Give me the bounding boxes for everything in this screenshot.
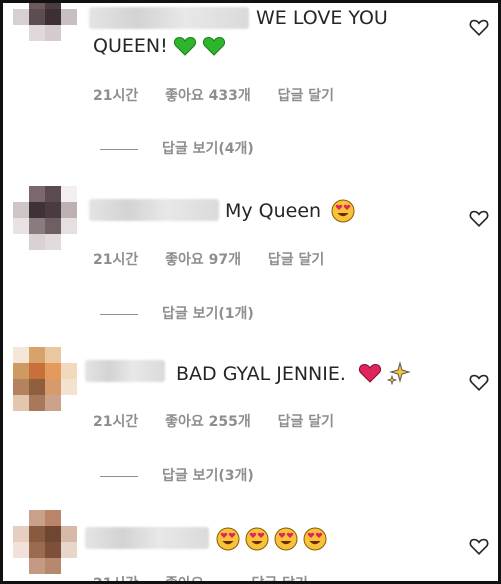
heart-eyes-icon xyxy=(245,527,269,551)
reply-link[interactable]: 답글 달기 xyxy=(278,414,334,430)
avatar[interactable] xyxy=(13,347,77,411)
divider-line xyxy=(100,475,138,477)
comment-meta: 21시간 좋아요 ... 답글 달기 xyxy=(93,573,330,581)
comment-time[interactable]: 21시간 xyxy=(93,88,138,104)
like-count[interactable]: 좋아요 ... xyxy=(165,576,224,581)
view-replies[interactable]: 답글 보기(1개) xyxy=(100,303,254,323)
like-count[interactable]: 좋아요 97개 xyxy=(165,252,241,268)
username-blurred[interactable] xyxy=(89,199,219,221)
reply-link[interactable]: 답글 달기 xyxy=(251,576,307,581)
avatar[interactable] xyxy=(13,510,77,574)
divider-line xyxy=(100,313,138,315)
view-replies-label: 답글 보기(1개) xyxy=(162,306,254,322)
like-heart-icon[interactable] xyxy=(468,16,490,38)
comment-meta: 21시간 좋아요 97개 답글 달기 xyxy=(93,249,346,269)
view-replies[interactable]: 답글 보기(3개) xyxy=(100,465,254,485)
heart-eyes-icon xyxy=(274,527,298,551)
view-replies[interactable]: 답글 보기(4개) xyxy=(100,138,254,158)
comment-time[interactable]: 21시간 xyxy=(93,414,138,430)
comment-text: BAD GYAL JENNIE. xyxy=(176,363,346,385)
comment-text-line2: QUEEN! xyxy=(93,35,168,57)
like-count[interactable]: 좋아요 255개 xyxy=(165,414,251,430)
view-replies-label: 답글 보기(4개) xyxy=(162,141,254,157)
emoji-group xyxy=(358,361,411,385)
comment-time[interactable]: 21시간 xyxy=(93,252,138,268)
avatar[interactable] xyxy=(13,3,77,57)
view-replies-label: 답글 보기(3개) xyxy=(162,468,254,484)
username-blurred[interactable] xyxy=(85,360,165,382)
username-blurred[interactable] xyxy=(89,7,249,29)
heart-eyes-icon xyxy=(303,527,327,551)
like-heart-icon[interactable] xyxy=(468,371,490,393)
divider-line xyxy=(100,148,138,150)
comments-panel: WE LOVE YOU QUEEN! 21시간 좋아요 433개 답글 달기 답… xyxy=(0,0,501,584)
red-heart-icon xyxy=(358,363,382,383)
emoji-group xyxy=(216,527,327,551)
comment-text-line1: WE LOVE YOU xyxy=(256,7,388,29)
reply-link[interactable]: 답글 달기 xyxy=(268,252,324,268)
comment-time[interactable]: 21시간 xyxy=(93,576,138,581)
username-blurred[interactable] xyxy=(85,527,209,549)
green-heart-icon xyxy=(173,36,197,56)
like-heart-icon[interactable] xyxy=(468,535,490,557)
green-heart-icon xyxy=(202,36,226,56)
like-count[interactable]: 좋아요 433개 xyxy=(165,88,251,104)
comment-meta: 21시간 좋아요 433개 답글 달기 xyxy=(93,85,356,105)
sparkles-icon xyxy=(387,361,411,385)
comment-meta: 21시간 좋아요 255개 답글 달기 xyxy=(93,411,356,431)
like-heart-icon[interactable] xyxy=(468,207,490,229)
reply-link[interactable]: 답글 달기 xyxy=(278,88,334,104)
avatar[interactable] xyxy=(13,186,77,250)
comment-text: My Queen xyxy=(225,200,322,222)
emoji-group xyxy=(173,34,226,58)
heart-eyes-icon xyxy=(216,527,240,551)
heart-eyes-icon xyxy=(331,199,355,223)
emoji-group xyxy=(331,199,355,223)
